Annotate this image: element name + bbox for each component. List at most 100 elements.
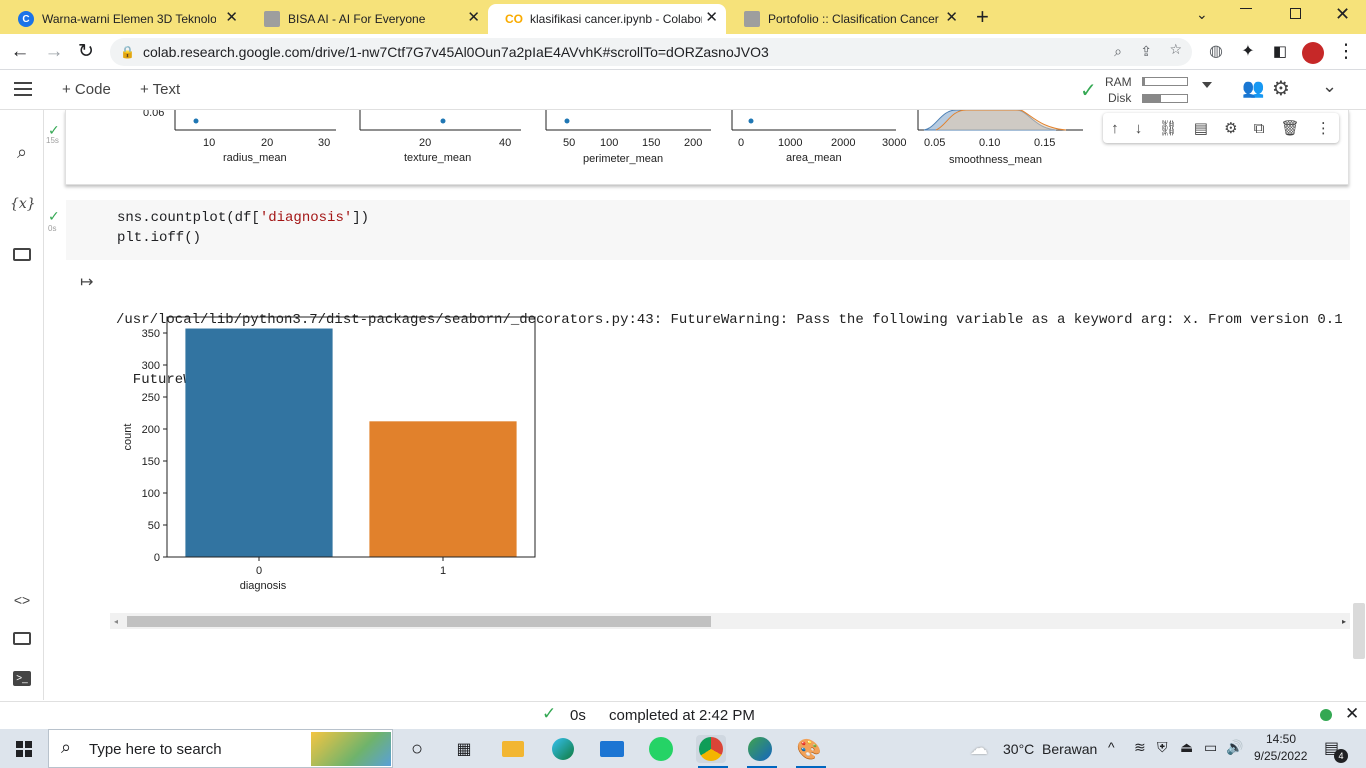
side-panel-icon[interactable]: ◧ (1268, 40, 1292, 64)
code-snippets-icon[interactable]: <> (10, 588, 34, 612)
weather-cloud-icon[interactable]: ☁ (970, 738, 988, 759)
share-icon[interactable]: ⇪ (1140, 43, 1152, 60)
cell1-subplot-xlabel: perimeter_mean (583, 153, 663, 165)
url-omnibox[interactable]: 🔒 colab.research.google.com/drive/1-nw7C… (110, 38, 1192, 66)
close-icon[interactable]: ✕ (945, 10, 958, 26)
page-vertical-scrollbar[interactable] (1353, 603, 1365, 659)
cortana-circle-icon[interactable]: ○ (402, 735, 432, 763)
chrome-icon[interactable] (696, 735, 726, 763)
puzzle-extension-icon[interactable]: ✦ (1236, 40, 1260, 64)
command-palette-icon[interactable] (10, 626, 34, 650)
battery-icon[interactable]: ▭ (1204, 739, 1217, 756)
status-completed-text: completed at 2:42 PM (609, 707, 755, 724)
windows-start-icon[interactable] (16, 741, 32, 757)
share-people-icon[interactable]: 👥 (1242, 78, 1264, 99)
restore-icon[interactable] (1290, 8, 1301, 19)
comment-icon[interactable]: ▤ (1194, 119, 1208, 137)
browser-tab-3[interactable]: CO klasifikasi cancer.ipynb - Colabor ✕ (488, 4, 726, 34)
colab-status-bar: ✓ 0s completed at 2:42 PM ✕ (0, 701, 1366, 729)
whatsapp-icon[interactable] (646, 735, 676, 763)
scroll-left-arrow-icon[interactable]: ◂ (114, 617, 118, 626)
y-tick-label: 250 (142, 392, 160, 404)
files-folder-icon[interactable] (10, 242, 34, 266)
search-icon[interactable]: ⌕ (10, 140, 34, 164)
url-text: colab.research.google.com/drive/1-nw7Ctf… (143, 44, 769, 60)
settings-gear-icon[interactable]: ⚙ (1272, 76, 1290, 101)
output-horizontal-scrollbar[interactable]: ◂ ▸ (110, 613, 1350, 629)
browser-menu-icon[interactable]: ⋮ (1334, 40, 1358, 64)
cell-more-icon[interactable]: ⋮ (1316, 119, 1331, 137)
disk-label: Disk (1108, 91, 1131, 105)
move-up-icon[interactable]: ↑ (1111, 120, 1119, 137)
task-view-icon[interactable]: ▦ (449, 735, 479, 763)
table-of-contents-icon[interactable] (14, 82, 32, 96)
reload-icon[interactable]: ↻ (74, 40, 98, 64)
cell1-exec-time: 15s (46, 136, 59, 145)
tab-title: Warna-warni Elemen 3D Teknolo (42, 12, 216, 26)
move-down-icon[interactable]: ↓ (1135, 120, 1143, 137)
taskbar-search-box[interactable]: ⌕ Type here to search (48, 729, 393, 768)
cell2-code-editor[interactable]: sns.countplot(df['diagnosis']) plt.ioff(… (66, 200, 1350, 260)
ram-label: RAM (1105, 75, 1132, 89)
add-code-button[interactable]: + Code (62, 81, 111, 98)
minimize-icon[interactable] (1240, 8, 1252, 9)
tab-title: klasifikasi cancer.ipynb - Colabor (530, 12, 702, 26)
link-icon[interactable]: ⛓ (1158, 119, 1177, 137)
usb-device-icon[interactable]: ⏏ (1180, 739, 1193, 756)
download-manager-icon[interactable] (745, 735, 775, 763)
colab-toolbar: + Code + Text ✓ RAM Disk 👥 ⚙ ⌄ (0, 70, 1366, 110)
left-sidebar: ⌕ {x} <> >_ (0, 110, 44, 700)
notification-count-badge[interactable]: 4 (1334, 749, 1348, 763)
scroll-right-arrow-icon[interactable]: ▸ (1342, 617, 1346, 626)
paint-icon[interactable]: 🎨 (794, 735, 824, 763)
delete-cell-icon[interactable]: 🗑 (1281, 119, 1300, 137)
browser-tab-4[interactable]: Portofolio :: Clasification Cancer B ✕ (726, 4, 966, 34)
variables-icon[interactable]: {x} (10, 192, 34, 216)
cell1-subplot-xlabel: area_mean (786, 152, 842, 164)
weather-text[interactable]: 30°C Berawan (1003, 741, 1097, 757)
bookmark-star-icon[interactable]: ☆ (1169, 41, 1182, 58)
mail-icon[interactable] (597, 735, 627, 763)
browser-tab-2[interactable]: BISA AI - AI For Everyone ✕ (246, 4, 488, 34)
y-tick-label: 0 (154, 552, 160, 564)
y-tick-label: 100 (142, 488, 160, 500)
status-close-icon[interactable]: ✕ (1345, 704, 1359, 724)
search-highlight-illustration-icon (311, 732, 391, 766)
output-redirect-icon[interactable]: ↦ (80, 272, 93, 292)
terminal-icon[interactable]: >_ (10, 666, 34, 690)
mirror-cell-icon[interactable]: ⧉ (1254, 120, 1265, 137)
address-bar-row: ← → ↻ 🔒 colab.research.google.com/drive/… (0, 34, 1366, 70)
forward-arrow-icon[interactable]: → (42, 40, 66, 64)
bar (369, 421, 516, 557)
runtime-dropdown-icon[interactable] (1202, 82, 1212, 88)
globe-extension-icon[interactable]: ◍ (1204, 40, 1228, 64)
cell1-subplot-xlabel: texture_mean (404, 152, 471, 164)
close-icon[interactable]: ✕ (705, 10, 718, 26)
new-tab-plus-icon[interactable]: + (976, 4, 989, 30)
cell-settings-icon[interactable]: ⚙ (1224, 119, 1237, 137)
back-arrow-icon[interactable]: ← (8, 40, 32, 64)
wifi-icon[interactable]: ≋ (1134, 739, 1146, 756)
security-shield-icon[interactable]: ⛨ (1157, 739, 1168, 756)
volume-icon[interactable]: 🔊 (1226, 739, 1243, 756)
edge-browser-icon[interactable] (548, 735, 578, 763)
clock-time[interactable]: 14:50 (1266, 732, 1296, 746)
browser-tab-1[interactable]: C Warna-warni Elemen 3D Teknolo ✕ (0, 4, 246, 34)
close-icon[interactable]: ✕ (225, 10, 238, 26)
cell1-tick-label: 0.15 (1034, 137, 1055, 149)
close-icon[interactable]: ✕ (467, 10, 480, 26)
show-hidden-icons-icon[interactable]: ^ (1108, 739, 1115, 755)
cell1-tick-label: 20 (419, 137, 431, 149)
collapse-chevron-icon[interactable]: ⌄ (1322, 76, 1337, 97)
file-explorer-icon[interactable] (498, 735, 528, 763)
zoom-icon[interactable]: ⌕ (1114, 43, 1122, 60)
add-text-button[interactable]: + Text (140, 81, 180, 98)
clock-date[interactable]: 9/25/2022 (1254, 749, 1307, 763)
tab-title: Portofolio :: Clasification Cancer B (768, 12, 942, 26)
tab-search-chevron-icon[interactable]: ⌄ (1196, 6, 1208, 23)
cell1-tick-label: 50 (563, 137, 575, 149)
cell1-tick-label: 30 (318, 137, 330, 149)
window-close-icon[interactable]: ✕ (1335, 4, 1350, 25)
profile-avatar[interactable] (1302, 42, 1324, 64)
scrollbar-thumb[interactable] (127, 616, 711, 627)
